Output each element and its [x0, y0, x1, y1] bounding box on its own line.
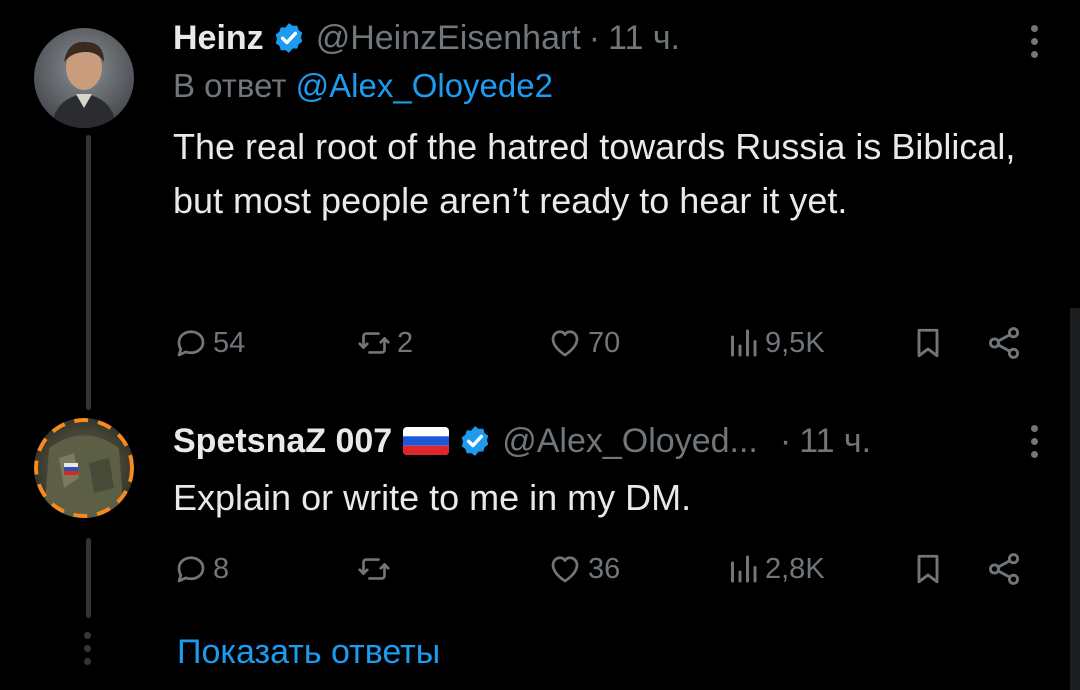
author-name[interactable]: Heinz — [173, 18, 264, 58]
bookmark-icon — [917, 328, 939, 358]
retweet-icon — [358, 332, 390, 354]
tweet-text: Explain or write to me in my DM. — [173, 477, 692, 518]
bookmark-icon — [917, 554, 939, 584]
retweet-icon — [358, 558, 390, 580]
views-icon — [731, 555, 757, 583]
like-button[interactable]: 36 — [546, 549, 620, 589]
separator-dot: · — [588, 19, 601, 57]
tweet-time[interactable]: 11 ч. — [799, 421, 871, 461]
like-count: 36 — [588, 552, 621, 585]
reply-button[interactable]: 8 — [173, 549, 229, 589]
verified-badge-icon — [275, 23, 303, 53]
views-button[interactable]: 2,8K — [725, 549, 825, 589]
like-button[interactable]: 70 — [546, 323, 620, 363]
tweet[interactable]: SpetsnaZ 007 @Alex_Oloyed... · 11 ч. Exp… — [173, 421, 1050, 525]
share-icon — [988, 327, 1020, 359]
thread-line — [86, 135, 91, 410]
more-options-icon[interactable] — [1028, 425, 1040, 458]
tweet-time[interactable]: 11 ч. — [608, 18, 680, 58]
author-handle[interactable]: @Alex_Oloyed... — [502, 421, 758, 461]
reply-icon — [177, 330, 205, 357]
share-icon — [988, 553, 1020, 585]
share-button[interactable] — [985, 549, 1023, 589]
views-icon — [731, 329, 757, 357]
thread-line — [86, 538, 91, 618]
like-count: 70 — [588, 326, 621, 359]
reply-count: 8 — [213, 552, 230, 585]
russia-flag-icon — [403, 427, 450, 455]
tweet-actions: 54 2 70 9,5K — [173, 323, 1030, 363]
separator-dot: · — [779, 422, 792, 460]
views-count: 9,5K — [765, 326, 825, 359]
show-replies-link[interactable]: Показать ответы — [177, 628, 440, 676]
views-count: 2,8K — [765, 552, 825, 585]
scrollbar[interactable] — [1070, 308, 1080, 690]
views-button[interactable]: 9,5K — [725, 323, 825, 363]
heart-icon — [551, 556, 579, 583]
bookmark-button[interactable] — [910, 323, 946, 363]
more-options-icon[interactable] — [1028, 25, 1040, 58]
author-handle[interactable]: @HeinzEisenhart — [316, 18, 581, 58]
share-button[interactable] — [985, 323, 1023, 363]
retweet-button[interactable] — [355, 549, 397, 589]
avatar[interactable] — [34, 28, 134, 128]
reply-mention-link[interactable]: @Alex_Oloyede2 — [296, 67, 553, 104]
tweet[interactable]: Heinz @HeinzEisenhart · 11 ч. В ответ @A… — [173, 18, 1050, 228]
avatar[interactable] — [34, 418, 134, 518]
tweet-actions: 8 36 2,8K — [173, 549, 1030, 589]
tweet-text: The real root of the hatred towards Russ… — [173, 126, 1016, 221]
tweet-header: SpetsnaZ 007 @Alex_Oloyed... · 11 ч. — [173, 421, 1050, 461]
reply-to-line: В ответ @Alex_Oloyede2 — [173, 66, 1050, 106]
reply-icon — [177, 556, 205, 583]
tweet-header: Heinz @HeinzEisenhart · 11 ч. — [173, 18, 1050, 58]
heart-icon — [551, 330, 579, 357]
bookmark-button[interactable] — [910, 549, 946, 589]
verified-badge-icon — [461, 426, 489, 456]
retweet-button[interactable]: 2 — [355, 323, 413, 363]
retweet-count: 2 — [397, 326, 414, 359]
author-name[interactable]: SpetsnaZ 007 — [173, 421, 392, 461]
thread-continuation-icon — [84, 632, 91, 665]
reply-prefix: В ответ — [173, 67, 287, 104]
reply-button[interactable]: 54 — [173, 323, 245, 363]
reply-count: 54 — [213, 326, 246, 359]
